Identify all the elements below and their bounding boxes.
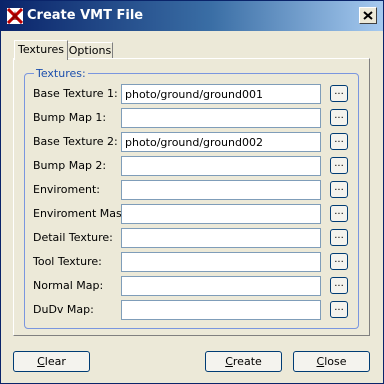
field-row-normal-map: Normal Map: ... <box>25 276 360 296</box>
field-row-base-texture-1: Base Texture 1: photo/ground/ground001 .… <box>25 84 360 104</box>
browse-button-enviroment[interactable]: ... <box>330 181 348 198</box>
field-row-base-texture-2: Base Texture 2: photo/ground/ground002 .… <box>25 132 360 152</box>
textures-panel: Textures: Base Texture 1: photo/ground/g… <box>13 58 370 336</box>
enviroment-mask-input[interactable] <box>121 204 321 224</box>
field-label: Base Texture 1: <box>33 87 118 100</box>
close-button[interactable]: Close <box>293 351 370 372</box>
tab-textures[interactable]: Textures <box>14 40 68 60</box>
clear-mnemonic: C <box>37 355 45 368</box>
field-row-bump-map-2: Bump Map 2: ... <box>25 156 360 176</box>
clear-button[interactable]: Clear <box>13 351 90 372</box>
field-label: Bump Map 2: <box>33 159 107 172</box>
browse-button-base-texture-1[interactable]: ... <box>330 85 348 102</box>
create-button[interactable]: Create <box>205 351 282 372</box>
browse-button-enviroment-mask[interactable]: ... <box>330 205 348 222</box>
field-label: DuDv Map: <box>33 303 94 316</box>
base-texture-2-input[interactable]: photo/ground/ground002 <box>121 132 321 152</box>
browse-button-dudv-map[interactable]: ... <box>330 301 348 318</box>
create-vmt-dialog: Create VMT File Textures Options Texture… <box>0 0 384 384</box>
field-label: Enviroment: <box>33 183 100 196</box>
field-row-detail-texture: Detail Texture: ... <box>25 228 360 248</box>
field-label: Bump Map 1: <box>33 111 107 124</box>
title-bar[interactable]: Create VMT File <box>1 1 383 31</box>
clear-label: lear <box>44 355 66 368</box>
field-row-enviroment-mask: Enviroment Mask: ... <box>25 204 360 224</box>
browse-button-normal-map[interactable]: ... <box>330 277 348 294</box>
field-label: Detail Texture: <box>33 231 113 244</box>
field-label: Enviroment Mask: <box>33 207 132 220</box>
field-row-tool-texture: Tool Texture: ... <box>25 252 360 272</box>
field-label: Base Texture 2: <box>33 135 118 148</box>
browse-button-base-texture-2[interactable]: ... <box>330 133 348 150</box>
tab-options[interactable]: Options <box>67 42 113 59</box>
tab-textures-label: Textures <box>18 43 64 56</box>
normal-map-input[interactable] <box>121 276 321 296</box>
field-row-enviroment: Enviroment: ... <box>25 180 360 200</box>
browse-button-bump-map-2[interactable]: ... <box>330 157 348 174</box>
tab-options-label: Options <box>68 44 112 57</box>
browse-button-tool-texture[interactable]: ... <box>330 253 348 270</box>
textures-groupbox: Textures: Base Texture 1: photo/ground/g… <box>24 67 360 329</box>
group-legend: Textures: <box>34 67 88 80</box>
bump-map-2-input[interactable] <box>121 156 321 176</box>
window-close-button[interactable] <box>359 7 377 24</box>
base-texture-1-input[interactable]: photo/ground/ground001 <box>121 84 321 104</box>
field-label: Normal Map: <box>33 279 104 292</box>
field-label: Tool Texture: <box>33 255 102 268</box>
enviroment-input[interactable] <box>121 180 321 200</box>
dudv-map-input[interactable] <box>121 300 321 320</box>
window-title: Create VMT File <box>27 8 144 23</box>
create-mnemonic: C <box>225 355 233 368</box>
create-label: reate <box>232 355 262 368</box>
field-row-dudv-map: DuDv Map: ... <box>25 300 360 320</box>
field-row-bump-map-1: Bump Map 1: ... <box>25 108 360 128</box>
detail-texture-input[interactable] <box>121 228 321 248</box>
bump-map-1-input[interactable] <box>121 108 321 128</box>
browse-button-bump-map-1[interactable]: ... <box>330 109 348 126</box>
close-label: lose <box>324 355 347 368</box>
browse-button-detail-texture[interactable]: ... <box>330 229 348 246</box>
app-logo-icon <box>6 7 24 25</box>
tool-texture-input[interactable] <box>121 252 321 272</box>
